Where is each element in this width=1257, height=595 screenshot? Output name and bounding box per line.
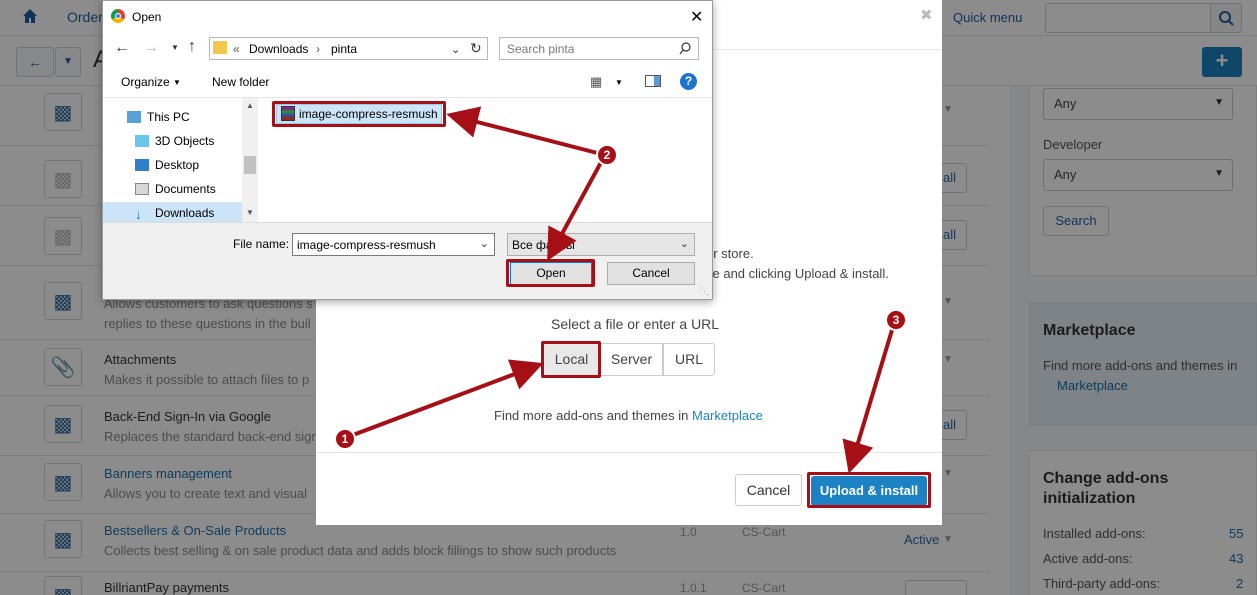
- callout-badge-1: 1: [334, 428, 356, 450]
- callout-badge-3: 3: [885, 309, 907, 331]
- callout-arrow-3: [842, 319, 897, 474]
- callout-arrow-1: [344, 359, 544, 440]
- callout-badge-2: 2: [596, 144, 618, 166]
- callout-arrow-2b: [547, 154, 607, 262]
- callout-arrows: [344, 106, 897, 474]
- callout-arrow-2a: [446, 106, 606, 157]
